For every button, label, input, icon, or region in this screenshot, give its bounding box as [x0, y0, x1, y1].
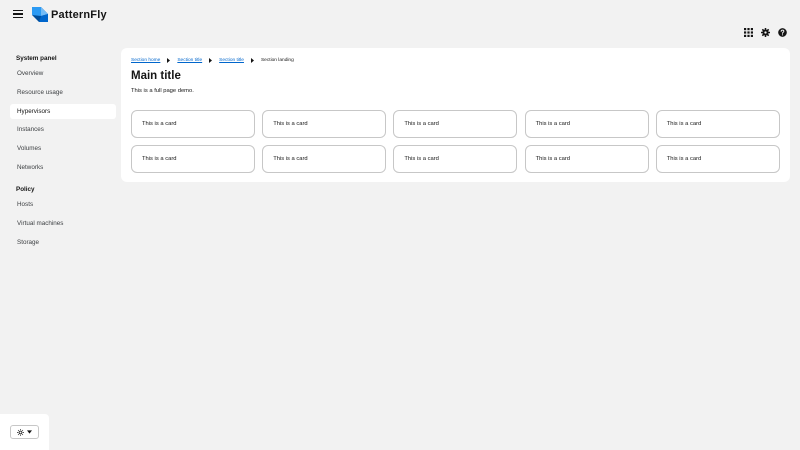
help-icon[interactable]: [778, 28, 787, 37]
sidebar-item-volumes[interactable]: Volumes: [10, 141, 116, 156]
page-description: This is a full page demo.: [131, 88, 194, 94]
page-title: Main title: [131, 70, 181, 82]
sidebar-item-virtual-machines[interactable]: Virtual machines: [10, 216, 116, 231]
chevron-right-icon: [166, 58, 171, 64]
sidebar-item-hypervisors[interactable]: Hypervisors: [10, 104, 116, 119]
breadcrumb-link-section-title-2[interactable]: Section title: [219, 58, 244, 63]
sidebar-item-hosts[interactable]: Hosts: [10, 197, 116, 212]
settings-gear-icon[interactable]: [761, 28, 770, 37]
sidebar-item-storage[interactable]: Storage: [10, 235, 116, 250]
card[interactable]: This is a card: [524, 145, 649, 173]
theme-toggle-button[interactable]: [10, 425, 39, 439]
brand-name: PatternFly: [51, 8, 107, 21]
card[interactable]: This is a card: [655, 145, 780, 173]
nav-group-title-system-panel: System panel: [16, 55, 57, 62]
sidebar-nav: System panel Overview Resource usage Hyp…: [0, 46, 122, 450]
breadcrumb-link-section-title-1[interactable]: Section title: [177, 58, 202, 63]
chevron-right-icon: [250, 58, 255, 64]
card[interactable]: This is a card: [131, 145, 255, 173]
card[interactable]: This is a card: [393, 110, 518, 138]
card-gallery: This is a card This is a card This is a …: [131, 110, 780, 173]
chevron-right-icon: [208, 58, 213, 64]
breadcrumb-current: Section landing: [260, 58, 294, 63]
sidebar-item-networks[interactable]: Networks: [10, 160, 116, 175]
patternfly-logo-icon: [32, 7, 48, 22]
menu-icon[interactable]: [13, 9, 23, 19]
theme-panel: [0, 414, 49, 450]
main-content: Section home Section title Section title…: [121, 48, 790, 182]
card[interactable]: This is a card: [655, 110, 780, 138]
nav-group-title-policy: Policy: [16, 186, 35, 193]
card[interactable]: This is a card: [262, 110, 387, 138]
card[interactable]: This is a card: [262, 145, 387, 173]
caret-down-icon: [27, 430, 32, 434]
breadcrumb: Section home Section title Section title…: [131, 57, 294, 64]
masthead: PatternFly: [0, 0, 800, 46]
breadcrumb-link-section-home[interactable]: Section home: [131, 58, 160, 63]
sun-icon: [17, 428, 24, 436]
brand-logo[interactable]: PatternFly: [31, 6, 107, 23]
card[interactable]: This is a card: [131, 110, 255, 138]
card[interactable]: This is a card: [524, 110, 649, 138]
card[interactable]: This is a card: [393, 145, 518, 173]
sidebar-item-instances[interactable]: Instances: [10, 122, 116, 137]
apps-grid-icon[interactable]: [744, 28, 753, 37]
sidebar-item-overview[interactable]: Overview: [10, 66, 116, 81]
sidebar-item-resource-usage[interactable]: Resource usage: [10, 85, 116, 100]
